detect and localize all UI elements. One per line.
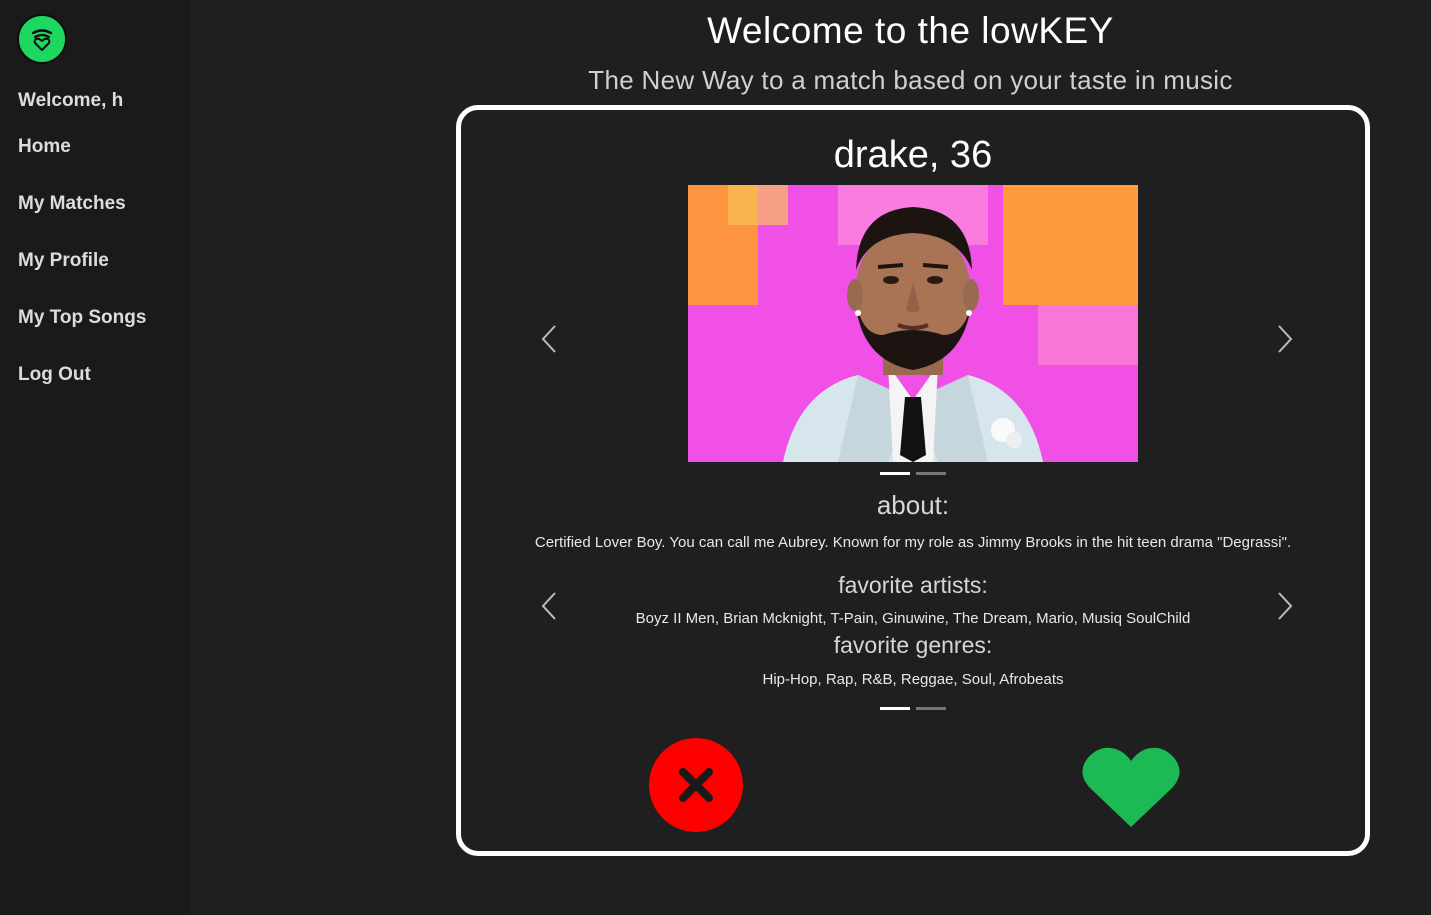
reject-button[interactable] [649,738,743,832]
photo-next-button[interactable] [1273,324,1297,354]
welcome-user-text: Welcome, h [18,90,124,111]
page-title: Welcome to the lowKEY [707,10,1114,51]
favorite-artists-text: Boyz II Men, Brian Mcknight, T-Pain, Gin… [635,610,1191,627]
sidebar-item-my-matches[interactable]: My Matches [18,193,146,250]
profile-photo [688,185,1138,462]
sidebar-item-log-out[interactable]: Log Out [18,364,146,421]
page-header: Welcome to the lowKEY The New Way to a m… [190,0,1431,100]
info-carousel-indicators [461,707,1365,710]
profile-name-age: drake, 36 [833,134,993,176]
chevron-left-icon [541,325,556,353]
photo-indicator-2[interactable] [916,472,946,475]
page-subtitle: The New Way to a match based on your tas… [588,65,1233,95]
info-indicator-1[interactable] [880,707,910,710]
chevron-right-icon [1278,325,1293,353]
sidebar-item-my-top-songs[interactable]: My Top Songs [18,307,146,364]
photo-indicator-1[interactable] [880,472,910,475]
favorite-genres-text: Hip-Hop, Rap, R&B, Reggae, Soul, Afrobea… [762,671,1064,688]
sidebar-item-my-profile[interactable]: My Profile [18,250,146,307]
app-logo-icon[interactable] [17,14,67,64]
like-button[interactable] [1081,745,1181,831]
about-text: Certified Lover Boy. You can call me Aub… [534,534,1292,551]
profile-card: drake, 36 about: Certified Lover Boy. Yo… [456,105,1370,856]
x-icon [679,768,713,802]
photo-prev-button[interactable] [537,324,561,354]
sidebar-item-home[interactable]: Home [18,136,146,193]
favorite-artists-title: favorite artists: [838,572,988,598]
photo-carousel-indicators [461,472,1365,475]
about-title: about: [876,490,950,520]
sidebar-nav: Home My Matches My Profile My Top Songs … [18,136,146,421]
favorite-genres-title: favorite genres: [833,632,993,658]
sidebar: Welcome, h Home My Matches My Profile My… [0,0,190,915]
info-indicator-2[interactable] [916,707,946,710]
heart-icon [1082,747,1180,827]
